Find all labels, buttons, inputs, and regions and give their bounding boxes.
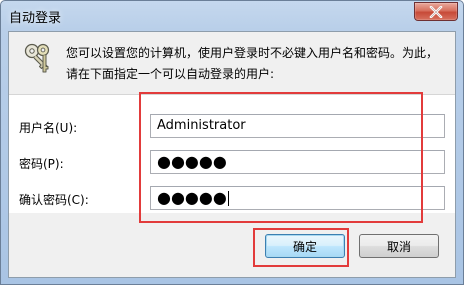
confirm-password-label: 确认密码(C): [19, 193, 89, 207]
title-bar[interactable]: 自动登录 [1, 1, 463, 31]
description-line-1: 您可以设置您的计算机，使用户登录时不必键入用户名和密码。为此， [66, 46, 439, 60]
window-title: 自动登录 [9, 11, 62, 26]
keys-icon [24, 43, 50, 73]
fields-highlight-box [139, 92, 423, 223]
close-button[interactable] [414, 2, 458, 21]
close-icon [429, 5, 443, 18]
ok-highlight-box [253, 228, 349, 267]
description-text: 您可以设置您的计算机，使用户登录时不必键入用户名和密码。为此， 请在下面指定一个… [66, 43, 451, 85]
username-label: 用户名(U): [19, 121, 78, 135]
description-line-2: 请在下面指定一个可以自动登录的用户: [66, 67, 275, 81]
cancel-button[interactable]: 取消 [359, 234, 439, 258]
password-label: 密码(P): [19, 157, 64, 171]
auto-login-dialog: 自动登录 您可以设置您的计算机，使用户登录时不必键入用户名和密码。为此， 请在下… [0, 0, 464, 285]
